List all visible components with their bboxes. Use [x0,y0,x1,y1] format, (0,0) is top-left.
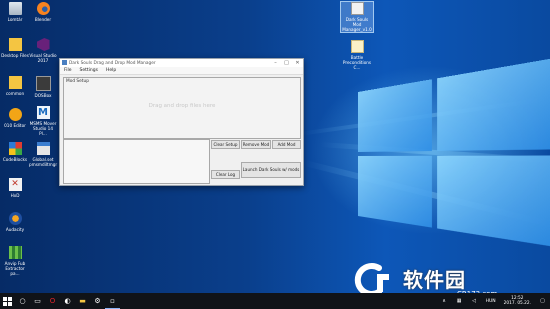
desktop-icon-010-editor[interactable]: 010 Editor [1,108,29,128]
add-mod-button[interactable]: Add Mod [272,140,301,149]
desktop: Lomtár Blender Desktop Files Visual Stud… [0,0,550,293]
taskbar: ○ ▭ O ◐ ▬ ⚙ ▫ ∧ ▦ ◁ HUN 12:52 2017. 05.2… [0,293,550,309]
clear-setup-button[interactable]: Clear Setup [211,140,240,149]
tray-chevron-icon[interactable]: ∧ [437,293,452,309]
window-title: Dark Souls Drag and Drop Mod Manager [69,60,156,66]
opera-icon[interactable]: O [45,293,60,309]
grid-app-icon [8,246,22,259]
launch-button[interactable]: Launch Dark Souls w/ mods [241,162,301,178]
settings-gear-icon[interactable]: ⚙ [90,293,105,309]
desktop-icon-label: Anvip Fub Extractor pa... [4,261,26,276]
desktop-icon-common[interactable]: common [1,76,29,96]
steam-icon[interactable]: ◐ [60,293,75,309]
mod-setup-panel[interactable]: Mod Setup Drag and drop files here [63,77,301,139]
mod-manager-window: Dark Souls Drag and Drop Mod Manager – □… [59,58,304,186]
task-view-icon[interactable]: ▭ [30,293,45,309]
desktop-icon-dosbox[interactable]: DOSBox [29,76,57,98]
app-icon [62,60,67,65]
movie-studio-icon: M [36,106,50,119]
language-indicator[interactable]: HUN [482,299,500,304]
title-bar[interactable]: Dark Souls Drag and Drop Mod Manager – □… [60,59,303,67]
desktop-icon-label: Global.set pmsmdiltmgr [29,157,58,167]
desktop-icon-label: 010 Editor [4,123,26,128]
clock-date: 2017. 05.22. [503,301,531,306]
search-icon[interactable]: ○ [15,293,30,309]
clock[interactable]: 12:52 2017. 05.22. [500,296,535,306]
minimize-icon[interactable]: – [270,60,281,66]
app-taskbar-icon[interactable]: ▫ [105,293,120,309]
desktop-icon-label: HxD [10,193,20,198]
desktop-icon-label: Battle Preconditions C... [342,55,372,70]
hxd-icon: ✕ [8,178,22,191]
file-icon [36,142,50,155]
desktop-icon-label: Blender [34,17,52,22]
desktop-icon-label: Audacity [5,227,25,232]
mod-setup-label: Mod Setup [66,79,89,84]
folder-icon [8,76,22,89]
notification-icon[interactable]: ▢ [535,293,550,309]
volume-icon[interactable]: ◁ [467,293,482,309]
desktop-icon-anvip[interactable]: Anvip Fub Extractor pa... [1,246,29,276]
document-icon [350,40,364,53]
menu-settings[interactable]: Settings [76,68,102,73]
desktop-icon-movie-studio[interactable]: M MSMS Mover Studio 14 Pl... [29,106,57,136]
desktop-icon-label: common [5,91,25,96]
network-icon[interactable]: ▦ [452,293,467,309]
desktop-icon-codeblocks[interactable]: CodeBlocks [1,142,29,162]
desktop-icon-audacity[interactable]: Audacity [1,212,29,232]
clear-log-button[interactable]: Clear Log [211,170,240,179]
blender-icon [36,2,50,15]
codeblocks-icon [8,142,22,155]
menu-file[interactable]: File [60,68,76,73]
desktop-icon-label: Desktop Files [1,53,29,58]
close-icon[interactable]: ✕ [292,60,303,66]
windows-logo-wallpaper [358,57,550,258]
desktop-icon-global-set[interactable]: Global.set pmsmdiltmgr [29,142,57,167]
desktop-icon-label: DOSBox [34,93,52,98]
watermark-text: 软件园 [403,268,466,292]
log-panel[interactable] [63,139,210,184]
desktop-icon-blender[interactable]: Blender [29,2,57,22]
menu-bar: File Settings Help [60,67,303,75]
desktop-icon-visual-studio[interactable]: Visual Studio 2017 [29,38,57,63]
windows-start-icon [3,296,12,306]
editor-icon [8,108,22,121]
remove-mod-button[interactable]: Remove Mod [241,140,271,149]
menu-help[interactable]: Help [102,68,120,73]
desktop-icon-desktop-files[interactable]: Desktop Files [1,38,29,58]
desktop-icon-label: Visual Studio 2017 [29,53,57,63]
file-explorer-icon[interactable]: ▬ [75,293,90,309]
desktop-icon-label: Dark Souls Mod Manager_v1.0 [342,17,372,32]
maximize-icon[interactable]: □ [281,60,292,66]
folder-icon [8,38,22,51]
desktop-icon-label: Lomtár [7,17,23,22]
desktop-icon-label: MSMS Mover Studio 14 Pl... [29,121,57,136]
visual-studio-icon [36,38,50,51]
drop-hint: Drag and drop files here [148,103,216,109]
recycle-bin-icon [8,2,22,15]
desktop-icon-battle[interactable]: Battle Preconditions C... [341,40,373,70]
desktop-icon-mod-manager[interactable]: Dark Souls Mod Manager_v1.0 [340,1,374,33]
dosbox-icon [35,76,51,91]
desktop-icon-hxd[interactable]: ✕ HxD [1,178,29,198]
start-button[interactable] [0,293,15,309]
file-icon [350,2,364,15]
desktop-icon-recycle-bin[interactable]: Lomtár [1,2,29,22]
desktop-icon-label: CodeBlocks [2,157,28,162]
audacity-icon [8,212,22,225]
